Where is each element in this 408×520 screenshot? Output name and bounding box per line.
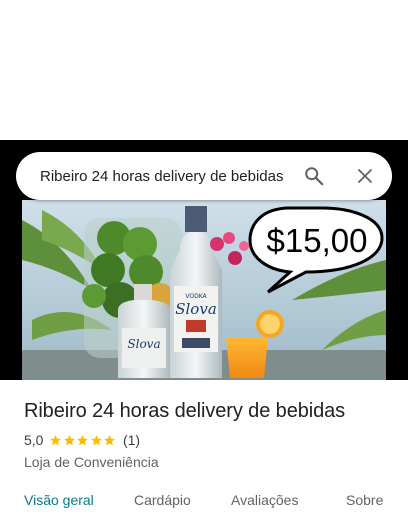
search-icon	[305, 167, 324, 186]
star-icon	[91, 434, 102, 445]
search-input[interactable]	[40, 152, 306, 200]
search-button[interactable]	[298, 160, 330, 192]
place-photo[interactable]: Slova VODKA Slova $15,00	[22, 200, 386, 380]
place-category[interactable]: Loja de Conveniência	[24, 454, 159, 470]
bottle-type-label: VODKA	[185, 293, 207, 300]
star-icon	[77, 434, 89, 445]
rating-row[interactable]: 5,0 (1)	[24, 432, 140, 448]
clear-search-button[interactable]	[349, 160, 381, 192]
tab-sobre[interactable]: Sobre	[346, 492, 383, 508]
tab-avaliacoes[interactable]: Avaliações	[231, 492, 298, 508]
tab-visao-geral[interactable]: Visão geral	[24, 492, 94, 508]
rating-value: 5,0	[24, 432, 44, 448]
photo-illustration: Slova VODKA Slova $15,00	[22, 200, 386, 380]
place-tabs: Visão geral Cardápio Avaliações Sobre	[0, 488, 408, 518]
search-bar[interactable]	[16, 152, 392, 200]
close-icon	[358, 169, 372, 183]
review-count-link[interactable]: (1)	[123, 432, 140, 448]
tab-cardapio[interactable]: Cardápio	[134, 492, 191, 508]
place-info: Ribeiro 24 horas delivery de bebidas 5,0…	[24, 398, 394, 470]
star-icon	[104, 434, 116, 445]
svg-text:Slova: Slova	[127, 337, 160, 351]
place-title: Ribeiro 24 horas delivery de bebidas	[24, 400, 346, 422]
star-icon	[64, 434, 75, 445]
star-icon	[50, 434, 62, 445]
price-bubble-text: $15,00	[267, 222, 368, 259]
star-rating	[49, 434, 117, 447]
blank-header-area	[0, 0, 408, 140]
bottle-brand-label: Slova	[175, 300, 217, 318]
